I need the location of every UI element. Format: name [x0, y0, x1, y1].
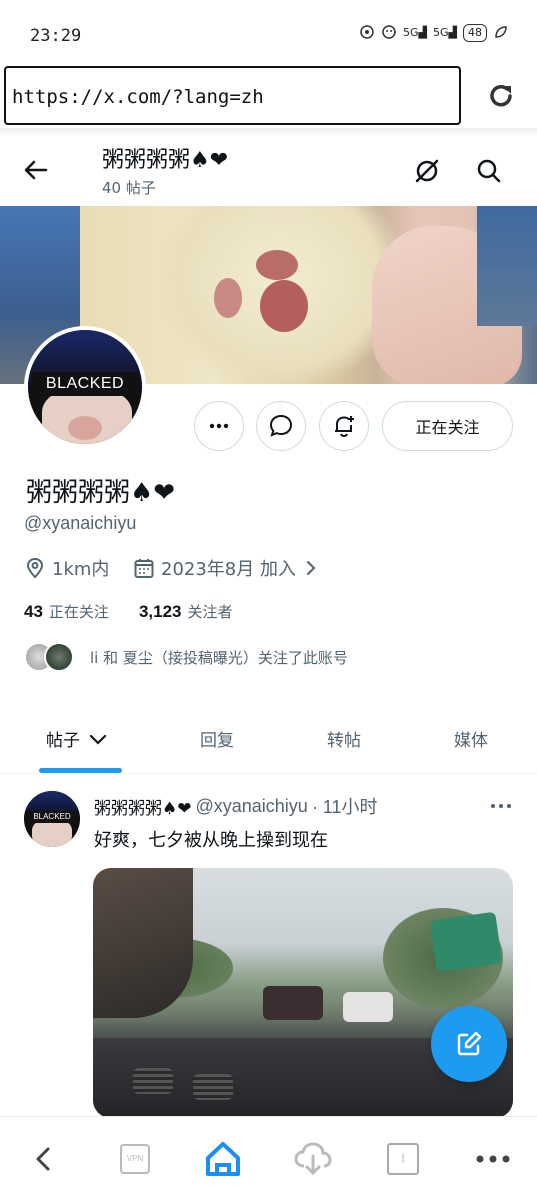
compose-button[interactable]: [431, 1006, 507, 1082]
vpn-button[interactable]: VPN: [113, 1137, 157, 1181]
calendar-icon: [134, 559, 154, 578]
status-time: 23:29: [30, 26, 82, 46]
profile-name: 粥粥粥粥♠❤: [26, 478, 176, 508]
more-button[interactable]: [194, 401, 244, 451]
header-post-count: 40 帖子: [102, 179, 156, 197]
location-pin-icon: [26, 557, 44, 579]
notify-button[interactable]: [319, 401, 369, 451]
post-author-handle[interactable]: @xyanaichiyu: [195, 796, 307, 817]
header-name: 粥粥粥粥♠❤: [102, 148, 229, 173]
post-header: 粥粥粥粥♠❤ @xyanaichiyu · 11小时: [94, 793, 378, 819]
tabs-count-icon: |: [387, 1143, 419, 1175]
leaf-icon: [493, 24, 509, 42]
notification-icon: [359, 24, 375, 42]
profile-joined[interactable]: 2023年8月 加入: [133, 555, 320, 581]
profile-tabs: 帖子 回复 转帖 媒体: [0, 712, 537, 774]
cloud-download-icon: [294, 1142, 332, 1176]
following-button[interactable]: 正在关注: [382, 401, 513, 451]
followed-by-text: li 和 夏尘（接投稿曝光）关注了此账号: [90, 648, 348, 667]
divider: [0, 128, 537, 136]
profile-location: 1km内: [24, 555, 109, 581]
profile-header: 粥粥粥粥♠❤ 40 帖子: [0, 136, 537, 206]
tab-reposts[interactable]: 转帖: [327, 726, 361, 751]
battery-icon: 48: [463, 24, 487, 42]
home-button[interactable]: [201, 1137, 245, 1181]
mute-icon[interactable]: [412, 156, 442, 186]
url-text: https://x.com/?lang=zh: [12, 86, 264, 108]
url-input[interactable]: https://x.com/?lang=zh: [4, 66, 461, 125]
reload-icon[interactable]: [485, 80, 517, 112]
signal-5g-icon: 5G▟: [403, 26, 427, 39]
followers-count-link[interactable]: 3,123 关注者: [139, 601, 233, 622]
message-button[interactable]: [256, 401, 306, 451]
bell-plus-icon: [335, 416, 354, 438]
search-icon[interactable]: [474, 156, 504, 186]
more-dots-icon: [209, 423, 229, 429]
followed-by[interactable]: li 和 夏尘（接投稿曝光）关注了此账号: [24, 642, 348, 672]
post-image[interactable]: [93, 868, 513, 1118]
compose-icon: [457, 1031, 482, 1056]
follow-counts: 43 正在关注 3,123 关注者: [24, 601, 233, 622]
avatar: [44, 642, 74, 672]
profile-handle: @xyanaichiyu: [24, 513, 137, 533]
menu-button[interactable]: [471, 1137, 515, 1181]
following-count-link[interactable]: 43 正在关注: [24, 601, 109, 622]
cloud-download-button[interactable]: [291, 1137, 335, 1181]
chevron-down-icon: [89, 734, 107, 745]
back-arrow-icon[interactable]: [22, 156, 50, 184]
post-text: 好爽，七夕被从晚上操到现在: [94, 830, 328, 851]
tab-replies[interactable]: 回复: [200, 726, 234, 751]
tabs-button[interactable]: |: [381, 1137, 425, 1181]
vpn-icon: VPN: [120, 1144, 150, 1174]
browser-bottom-bar: VPN |: [0, 1116, 537, 1199]
chevron-right-icon: [306, 561, 316, 575]
post-more-icon[interactable]: [488, 796, 514, 816]
tab-posts[interactable]: 帖子: [46, 726, 108, 751]
browser-back-button[interactable]: [22, 1137, 66, 1181]
post-author-name[interactable]: 粥粥粥粥♠❤: [94, 794, 191, 819]
post-avatar[interactable]: BLACKED: [24, 791, 80, 847]
back-chevron-icon: [36, 1147, 50, 1171]
status-icons: 5G▟ 5G▟ 48: [359, 24, 509, 42]
joined-text: 2023年8月 加入: [161, 559, 296, 580]
face-icon: [381, 24, 397, 42]
profile-avatar[interactable]: BLACKED: [24, 326, 146, 448]
avatar-text: BLACKED: [32, 372, 138, 396]
more-dots-icon: [476, 1155, 510, 1163]
location-text: 1km内: [52, 559, 110, 580]
home-icon: [206, 1142, 240, 1176]
tab-media[interactable]: 媒体: [454, 726, 488, 751]
active-tab-indicator: [39, 768, 122, 773]
status-bar: 23:29 5G▟ 5G▟ 48: [0, 0, 537, 62]
message-bubble-icon: [269, 414, 293, 437]
post-time[interactable]: · 11小时: [312, 793, 378, 819]
post-avatar-text: BLACKED: [26, 811, 78, 823]
signal-5g-icon-2: 5G▟: [433, 26, 457, 39]
